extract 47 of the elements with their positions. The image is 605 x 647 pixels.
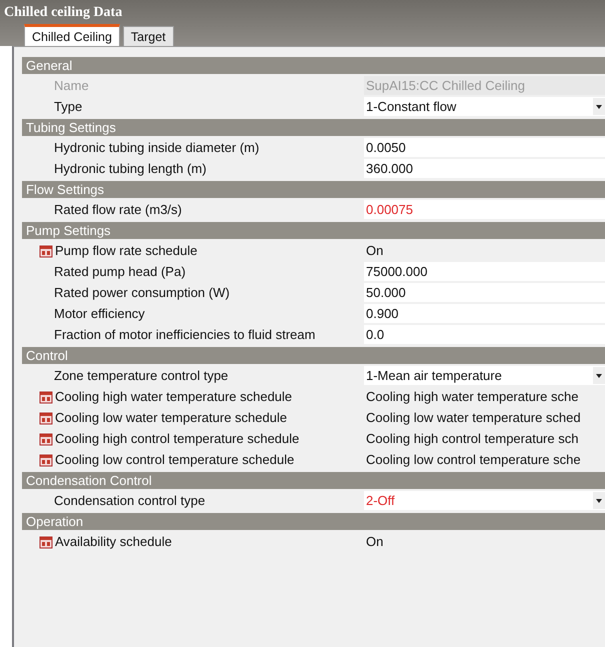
calendar-icon: [39, 244, 53, 258]
calendar-icon: [39, 390, 53, 404]
property-label: Condensation control type: [54, 493, 206, 508]
property-label: Fraction of motor inefficiencies to fluid stream: [54, 327, 316, 342]
property-label: Hydronic tubing inside diameter (m): [54, 140, 260, 155]
window-title: Chilled ceiling Data: [4, 5, 124, 21]
input-field[interactable]: 0.900: [364, 304, 605, 323]
input-field[interactable]: 360.000: [364, 159, 605, 178]
schedule-value: Cooling high control temperature sch: [366, 431, 578, 446]
input-field[interactable]: 75000.000: [364, 262, 605, 281]
property-label: Cooling low control temperature schedule: [55, 452, 294, 467]
caret-icon: [596, 104, 602, 108]
schedule-value: On: [366, 243, 384, 258]
property-label: Cooling low water temperature schedule: [55, 410, 287, 425]
property-label: Pump flow rate schedule: [55, 243, 198, 258]
property-label: Availability schedule: [55, 534, 172, 549]
property-label: Cooling high control temperature schedule: [55, 431, 300, 446]
calendar-icon: [39, 534, 53, 548]
input-field[interactable]: 0.0050: [364, 138, 605, 157]
input-field[interactable]: 50.000: [364, 283, 605, 302]
dropdown-value[interactable]: 2-Off: [366, 493, 395, 508]
property-label: Name: [54, 78, 89, 93]
dropdown-button[interactable]: [593, 492, 605, 509]
schedule-value: Cooling low water temperature sched: [366, 410, 581, 425]
tab[interactable]: Chilled Ceiling: [24, 24, 120, 46]
input-field[interactable]: 0.0: [364, 325, 605, 344]
calendar-icon: [39, 452, 53, 466]
dropdown-button[interactable]: [593, 98, 605, 115]
input-field[interactable]: 0.00075: [364, 200, 605, 219]
tab[interactable]: Target: [122, 26, 174, 46]
property-label: Cooling high water temperature schedule: [55, 389, 292, 404]
calendar-icon: [39, 410, 53, 424]
calendar-icon: [39, 432, 53, 446]
property-label: Hydronic tubing length (m): [54, 161, 206, 176]
property-label: Rated flow rate (m3/s): [54, 202, 182, 217]
schedule-value: Cooling low control temperature sche: [366, 452, 581, 467]
caret-icon: [596, 374, 602, 378]
property-label: Rated pump head (Pa): [54, 264, 186, 279]
schedule-value: On: [366, 534, 384, 549]
property-label: Rated power consumption (W): [54, 285, 230, 300]
caret-icon: [596, 498, 602, 502]
property-label: Type: [54, 99, 82, 114]
dropdown-button[interactable]: [593, 367, 605, 384]
property-label: Motor efficiency: [54, 306, 145, 321]
schedule-value: Cooling high water temperature sche: [366, 389, 578, 404]
readonly-field: SupAI15:CC Chilled Ceiling: [364, 76, 605, 95]
property-label: Zone temperature control type: [54, 368, 228, 383]
